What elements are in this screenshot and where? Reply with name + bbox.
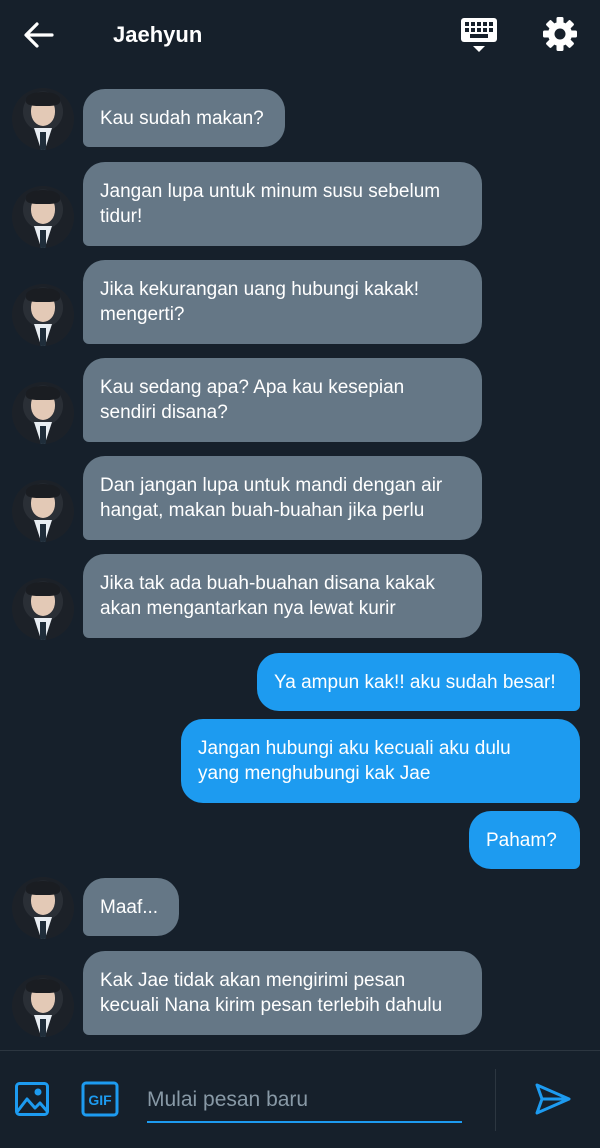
message-bubble-outgoing[interactable]: Paham? — [469, 811, 580, 869]
message-composer: GIF — [0, 1050, 600, 1148]
message-bubble-incoming[interactable]: Jika kekurangan uang hubungi kakak! meng… — [83, 260, 482, 344]
sender-avatar[interactable] — [12, 877, 74, 939]
conversation-title: Jaehyun — [113, 22, 203, 47]
arrow-left-icon — [24, 22, 54, 48]
sender-avatar[interactable] — [12, 975, 74, 1037]
keyboard-icon — [461, 18, 497, 52]
message-text: Jangan lupa untuk minum susu sebelum tid… — [100, 181, 441, 227]
message-text: Jika tak ada buah-buahan disana kakak ak… — [100, 573, 435, 619]
sender-avatar[interactable] — [12, 578, 74, 640]
message-bubble-outgoing[interactable]: Ya ampun kak!! aku sudah besar! — [257, 653, 580, 711]
settings-button[interactable] — [542, 16, 578, 52]
message-text: Jika kekurangan uang hubungi kakak! meng… — [100, 279, 420, 325]
gear-icon — [543, 17, 577, 51]
message-text: Kau sudah makan? — [100, 107, 264, 129]
gif-label: GIF — [88, 1092, 112, 1108]
back-button[interactable] — [22, 18, 56, 52]
composer-divider — [495, 1069, 496, 1131]
message-bubble-incoming[interactable]: Kak Jae tidak akan mengirimi pesan kecua… — [83, 951, 482, 1035]
sender-avatar[interactable] — [12, 284, 74, 346]
image-icon — [15, 1082, 49, 1116]
message-text: Paham? — [486, 829, 557, 851]
message-bubble-incoming[interactable]: Kau sudah makan? — [83, 89, 285, 147]
gif-icon: GIF — [81, 1081, 119, 1117]
add-gif-button[interactable]: GIF — [81, 1081, 119, 1117]
message-text: Dan jangan lupa untuk mandi dengan air h… — [100, 475, 443, 521]
message-input[interactable] — [147, 1079, 462, 1123]
sender-avatar[interactable] — [12, 88, 74, 150]
send-icon — [535, 1083, 571, 1115]
message-text: Ya ampun kak!! aku sudah besar! — [274, 671, 556, 693]
sender-avatar[interactable] — [12, 382, 74, 444]
message-text: Maaf... — [100, 896, 159, 918]
add-image-button[interactable] — [14, 1081, 50, 1117]
keyboard-shortcuts-button[interactable] — [459, 16, 499, 54]
message-text: Kak Jae tidak akan mengirimi pesan kecua… — [100, 970, 443, 1016]
sender-avatar[interactable] — [12, 480, 74, 542]
message-bubble-incoming[interactable]: Kau sedang apa? Apa kau kesepian sendiri… — [83, 358, 482, 442]
message-bubble-incoming[interactable]: Dan jangan lupa untuk mandi dengan air h… — [83, 456, 482, 540]
sender-avatar[interactable] — [12, 186, 74, 248]
send-button[interactable] — [534, 1081, 572, 1117]
chat-header: Jaehyun — [0, 0, 600, 70]
message-text: Kau sedang apa? Apa kau kesepian sendiri… — [100, 377, 405, 423]
message-bubble-incoming[interactable]: Jika tak ada buah-buahan disana kakak ak… — [83, 554, 482, 638]
message-bubble-outgoing[interactable]: Jangan hubungi aku kecuali aku dulu yang… — [181, 719, 580, 803]
message-text: Jangan hubungi aku kecuali aku dulu yang… — [198, 738, 511, 784]
message-bubble-incoming[interactable]: Maaf... — [83, 878, 179, 936]
message-bubble-incoming[interactable]: Jangan lupa untuk minum susu sebelum tid… — [83, 162, 482, 246]
